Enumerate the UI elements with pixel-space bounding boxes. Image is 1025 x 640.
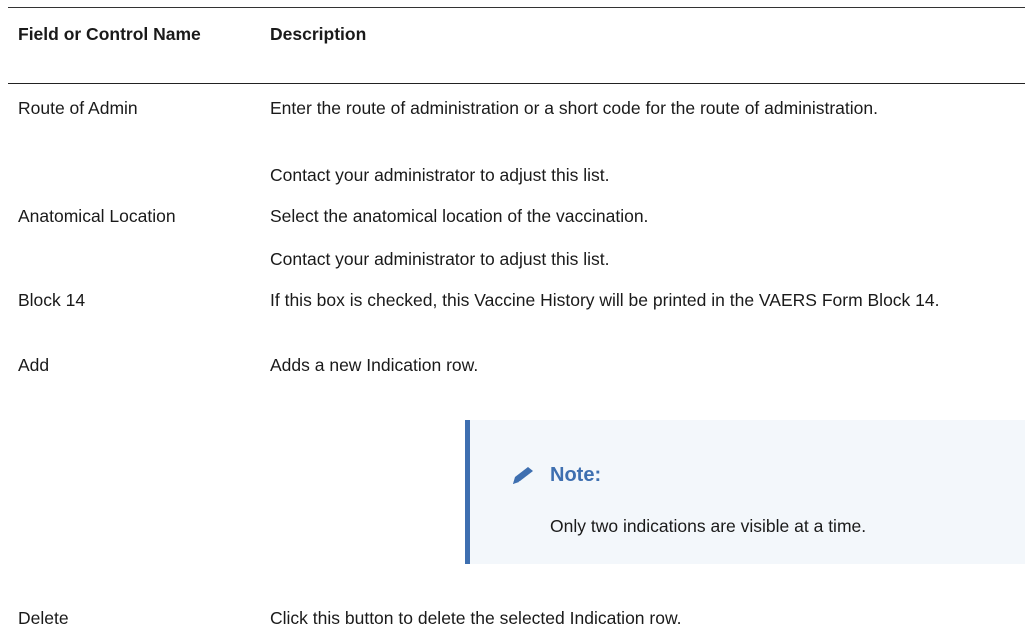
header-divider [8, 83, 1025, 84]
header-field-name: Field or Control Name [18, 24, 201, 44]
note-title: Note: [550, 464, 602, 486]
row-desc-anatomical-location: Select the anatomical location of the va… [270, 206, 649, 226]
row-field-route-of-admin: Route of Admin [18, 98, 138, 118]
header-description: Description [270, 24, 367, 44]
row-desc-route-of-admin-note: Contact your administrator to adjust thi… [270, 165, 610, 185]
note-callout: Note: Only two indications are visible a… [465, 420, 1025, 564]
row-field-block-14: Block 14 [18, 290, 86, 310]
pencil-icon [513, 467, 533, 484]
row-field-delete: Delete [18, 608, 69, 628]
row-field-add: Add [18, 355, 50, 375]
row-field-anatomical-location: Anatomical Location [18, 206, 176, 226]
field-description-table: Field or Control Name Description Route … [0, 0, 1025, 640]
row-desc-route-of-admin: Enter the route of administration or a s… [270, 98, 878, 118]
row-desc-anatomical-location-note: Contact your administrator to adjust thi… [270, 249, 610, 269]
row-desc-delete: Click this button to delete the selected… [270, 608, 682, 628]
row-desc-add: Adds a new Indication row. [270, 355, 479, 375]
note-text: Only two indications are visible at a ti… [550, 516, 867, 536]
table-top-border [8, 7, 1025, 8]
row-desc-block-14: If this box is checked, this Vaccine His… [270, 290, 940, 310]
